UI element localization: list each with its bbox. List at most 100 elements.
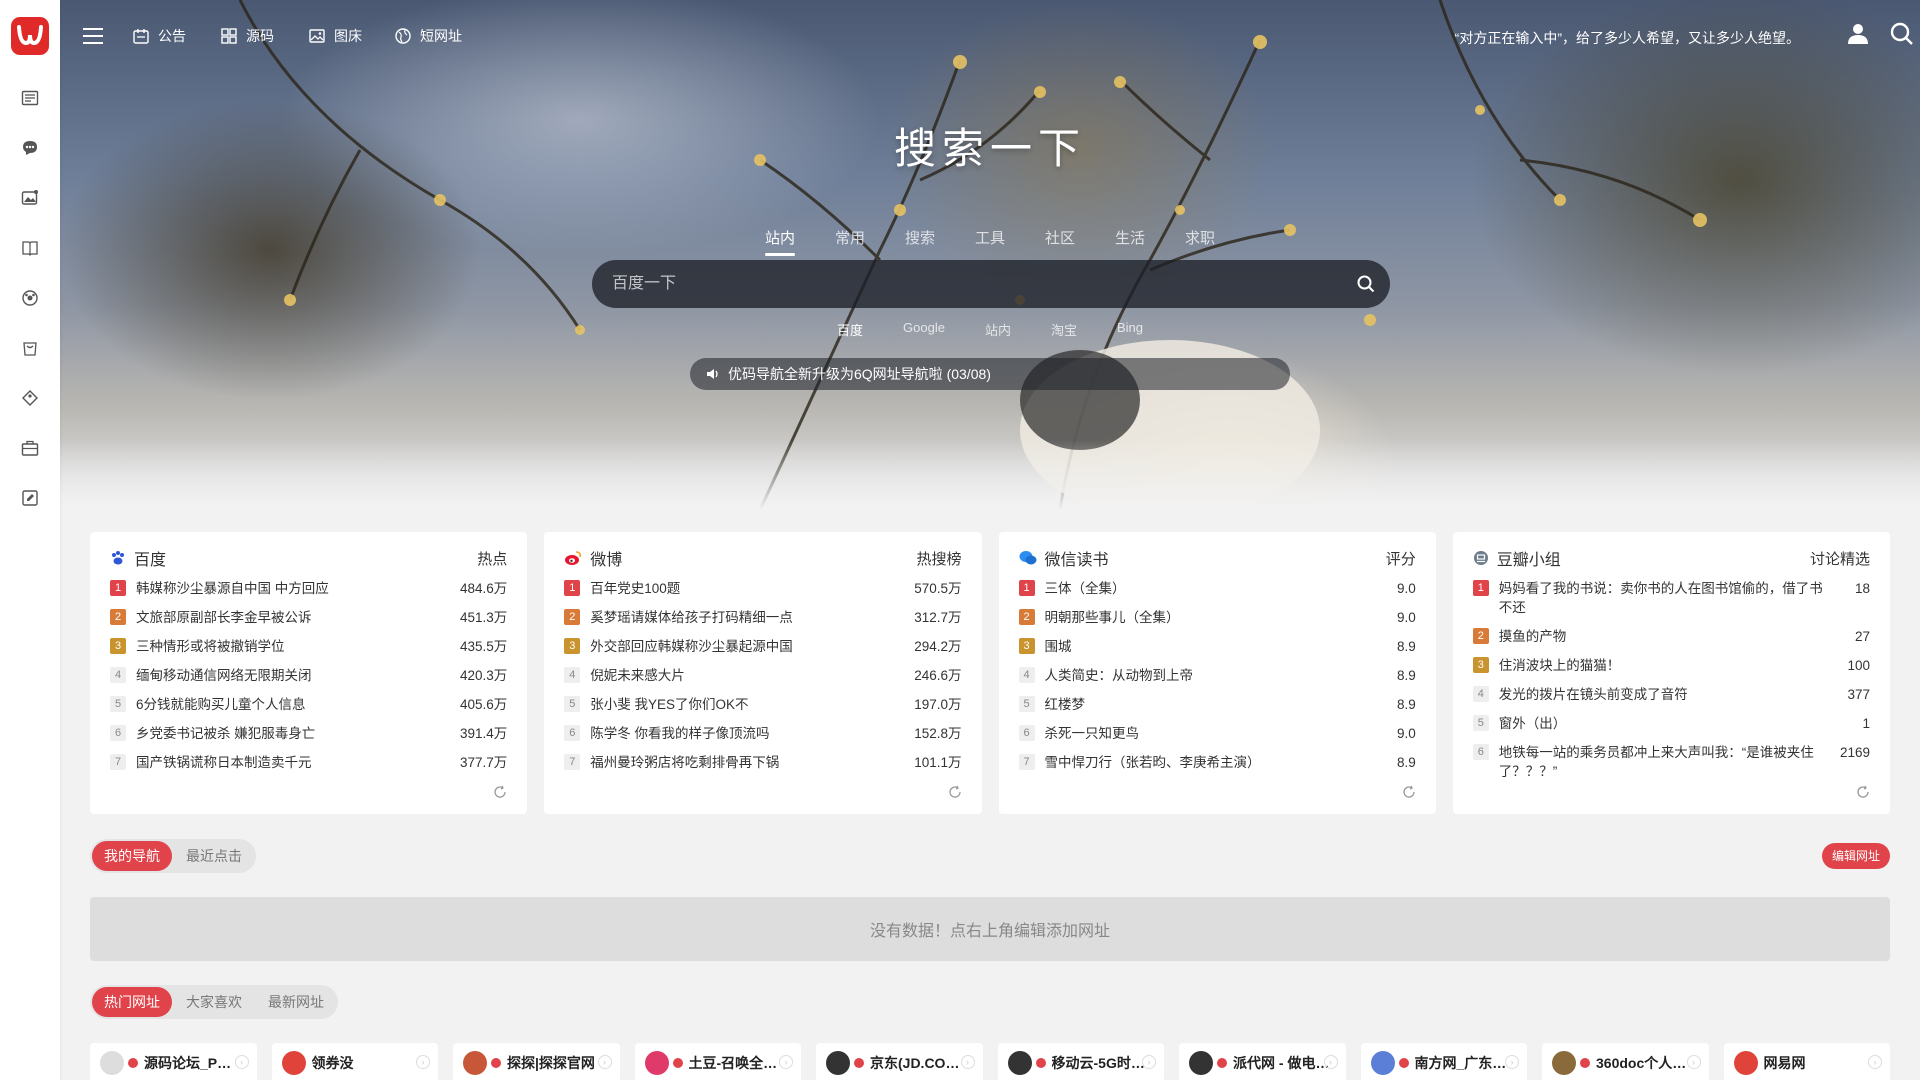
nav-source[interactable]: 源码 (220, 26, 274, 46)
site-detail-arrow-icon[interactable]: › (1142, 1055, 1156, 1069)
announcement-bar[interactable]: 优码导航全新升级为6Q网址导航啦 (03/08) (690, 358, 1290, 390)
site-card[interactable]: 360doc个人… › (1542, 1043, 1709, 1080)
briefcase-icon[interactable] (19, 437, 41, 459)
edit-urls-button[interactable]: 编辑网址 (1821, 843, 1890, 869)
community-icon[interactable] (19, 137, 41, 159)
site-card[interactable]: 京东(JD.CO… › (816, 1043, 983, 1080)
tab-jobs[interactable]: 求职 (1185, 227, 1215, 256)
hot-item[interactable]: 3 围城 8.9 (1018, 637, 1416, 656)
tab-newest[interactable]: 最新网址 (256, 987, 336, 1017)
nav-short-url[interactable]: 短网址 (394, 26, 462, 46)
engine-taobao[interactable]: 淘宝 (1051, 320, 1077, 339)
hot-item[interactable]: 6 陈学冬 你看我的样子像顶流吗 152.8万 (564, 724, 962, 743)
tab-site[interactable]: 站内 (764, 227, 795, 256)
site-detail-arrow-icon[interactable]: › (779, 1055, 793, 1069)
site-detail-arrow-icon[interactable]: › (960, 1055, 975, 1069)
nav-image-host[interactable]: 图床 (308, 26, 362, 46)
site-card[interactable]: 源码论坛_P… › (90, 1043, 257, 1080)
news-icon[interactable] (19, 87, 41, 109)
site-detail-arrow-icon[interactable]: › (1505, 1055, 1519, 1069)
refresh-icon[interactable] (1402, 785, 1416, 804)
refresh-icon[interactable] (493, 785, 507, 804)
hot-item[interactable]: 4 发光的拨片在镜头前变成了音符 377 (1472, 685, 1870, 704)
tab-search[interactable]: 搜索 (905, 227, 935, 256)
tab-my-nav[interactable]: 我的导航 (92, 841, 172, 871)
hot-item[interactable]: 6 地铁每一站的乘务员都冲上来大声叫我：“是谁被夹住了？？？” 2169 (1472, 743, 1870, 781)
engine-baidu[interactable]: 百度 (837, 320, 863, 339)
site-detail-arrow-icon[interactable]: › (597, 1055, 612, 1069)
nav-announcement[interactable]: 公告 (132, 26, 186, 46)
site-card[interactable]: 南方网_广东… › (1360, 1043, 1527, 1080)
hot-item-value: 294.2万 (914, 639, 962, 654)
hot-item[interactable]: 4 倪妮未来感大片 246.6万 (564, 666, 962, 685)
rank-badge: 7 (1018, 754, 1035, 770)
hot-item[interactable]: 2 奚梦瑶请媒体给孩子打码精细一点 312.7万 (564, 608, 962, 627)
hot-item[interactable]: 1 三体（全集） 9.0 (1018, 579, 1416, 598)
hot-item[interactable]: 1 韩媒称沙尘暴源自中国 中方回应 484.6万 (110, 579, 507, 598)
site-card[interactable]: 网易网 › (1723, 1043, 1890, 1080)
hot-item[interactable]: 4 人类简史：从动物到上帝 8.9 (1018, 666, 1416, 685)
site-card[interactable]: 探探|探探官网 › (453, 1043, 620, 1080)
hot-item[interactable]: 2 摸鱼的产物 27 (1472, 627, 1870, 646)
engine-site[interactable]: 站内 (985, 320, 1011, 339)
site-card[interactable]: 领券没 › (271, 1043, 438, 1080)
edit-icon[interactable] (19, 487, 41, 509)
hot-item[interactable]: 2 明朝那些事儿（全集） 9.0 (1018, 608, 1416, 627)
hot-item[interactable]: 3 三种情形或将被撤销学位 435.5万 (110, 637, 507, 656)
hot-item-value: 391.4万 (459, 726, 508, 741)
hot-item[interactable]: 3 外交部回应韩媒称沙尘暴起源中国 294.2万 (564, 637, 962, 656)
search-submit-button[interactable] (1342, 260, 1390, 308)
site-logo[interactable] (11, 17, 49, 55)
site-detail-arrow-icon[interactable]: › (1323, 1055, 1338, 1069)
engine-bing[interactable]: Bing (1117, 320, 1143, 339)
engine-google[interactable]: Google (903, 320, 945, 339)
site-detail-arrow-icon[interactable]: › (1868, 1055, 1882, 1069)
refresh-icon[interactable] (1856, 785, 1870, 804)
tab-tools[interactable]: 工具 (975, 227, 1005, 256)
refresh-icon[interactable] (948, 785, 962, 804)
tag-icon[interactable] (19, 387, 41, 409)
hot-item[interactable]: 5 窗外（出） 1 (1472, 714, 1870, 733)
hot-item[interactable]: 2 文旅部原副部长李金早被公诉 451.3万 (110, 608, 507, 627)
logo-icon (17, 25, 43, 46)
hot-item[interactable]: 5 6分钱就能购买儿童个人信息 405.6万 (110, 695, 507, 714)
site-favicon-icon (1552, 1051, 1576, 1075)
tab-common[interactable]: 常用 (835, 227, 865, 256)
search-icon[interactable] (1890, 22, 1914, 51)
menu-icon[interactable] (82, 26, 104, 51)
hot-item[interactable]: 4 缅甸移动通信网络无限期关闭 420.3万 (110, 666, 507, 685)
tab-life[interactable]: 生活 (1115, 227, 1145, 256)
search-input[interactable] (592, 275, 1342, 293)
site-detail-arrow-icon[interactable]: › (416, 1055, 430, 1069)
hot-item[interactable]: 1 百年党史100题 570.5万 (564, 579, 962, 598)
book-icon[interactable] (19, 237, 41, 259)
site-card[interactable]: 移动云-5G时… › (997, 1043, 1164, 1080)
game-icon[interactable] (19, 287, 41, 309)
wechat-read-icon (1019, 551, 1036, 565)
site-favicon-icon (463, 1051, 487, 1075)
hot-item[interactable]: 6 乡党委书记被杀 嫌犯服毒身亡 391.4万 (110, 724, 507, 743)
tab-community[interactable]: 社区 (1045, 227, 1075, 256)
tab-hot-sites[interactable]: 热门网址 (92, 987, 172, 1017)
user-icon[interactable] (1846, 22, 1870, 51)
site-card[interactable]: 土豆-召唤全… › (634, 1043, 801, 1080)
site-detail-arrow-icon[interactable]: › (234, 1055, 249, 1069)
hot-item[interactable]: 6 杀死一只知更鸟 9.0 (1018, 724, 1416, 743)
site-card[interactable]: 派代网 - 做电… › (1179, 1043, 1346, 1080)
shopping-bag-icon[interactable] (19, 337, 41, 359)
hot-item[interactable]: 1 妈妈看了我的书说：卖你书的人在图书馆偷的，借了书不还 18 (1472, 579, 1870, 617)
hot-item[interactable]: 7 国产铁锅谎称日本制造卖千元 377.7万 (110, 753, 507, 772)
gallery-icon[interactable] (19, 187, 41, 209)
site-detail-arrow-icon[interactable]: › (1686, 1055, 1701, 1069)
tab-recent-clicks[interactable]: 最近点击 (174, 841, 254, 871)
tab-popular[interactable]: 大家喜欢 (174, 987, 254, 1017)
hot-item[interactable]: 5 张小斐 我YES了你们OK不 197.0万 (564, 695, 962, 714)
hot-badge-icon (1035, 1058, 1046, 1068)
hot-item[interactable]: 7 福州曼玲粥店将吃剩排骨再下锅 101.1万 (564, 753, 962, 772)
hot-item[interactable]: 5 红楼梦 8.9 (1018, 695, 1416, 714)
hot-item[interactable]: 3 住消波块上的猫猫！ 100 (1472, 656, 1870, 675)
hot-sites-tabs: 热门网址 大家喜欢 最新网址 (90, 985, 338, 1019)
hot-item[interactable]: 7 雪中悍刀行（张若昀、李庚希主演） 8.9 (1018, 753, 1416, 772)
rank-badge: 2 (564, 609, 581, 625)
hot-item-title: 奚梦瑶请媒体给孩子打码精细一点 (590, 610, 793, 625)
